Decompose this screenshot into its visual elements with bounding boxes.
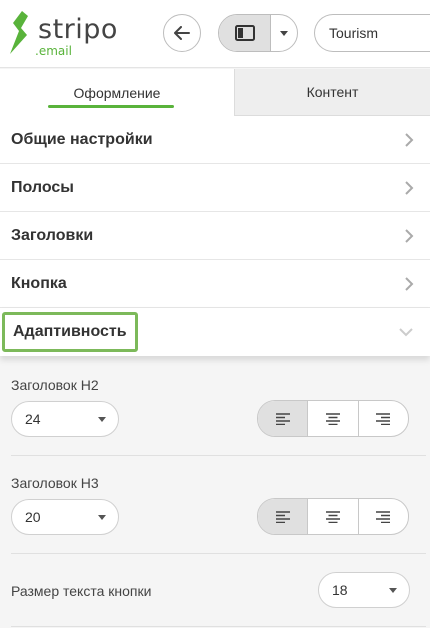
h2-align-right-button[interactable] — [359, 401, 408, 436]
button-text-size-select[interactable]: 18 — [318, 572, 410, 608]
logo-wordmark: stripo — [38, 14, 118, 45]
chevron-right-icon — [405, 228, 414, 243]
chevron-right-icon — [405, 276, 414, 291]
settings-tabs: Оформление Контент — [0, 69, 430, 116]
caret-down-icon — [98, 417, 106, 422]
align-right-icon — [376, 510, 391, 523]
h2-size-select[interactable]: 24 — [11, 401, 119, 437]
h3-align-right-button[interactable] — [359, 499, 408, 534]
button-text-size-value: 18 — [332, 582, 348, 598]
logo-s-icon — [10, 11, 28, 54]
h3-label: Заголовок H3 — [11, 475, 99, 491]
accordion-responsive[interactable]: Адаптивность — [0, 308, 430, 356]
accordion-general-settings[interactable]: Общие настройки — [0, 116, 430, 164]
template-name-field[interactable]: Tourism — [314, 14, 430, 52]
caret-down-icon — [389, 588, 397, 593]
h2-align-center-button[interactable] — [308, 401, 359, 436]
settings-accordion: Общие настройки Полосы Заголовки Кнопка … — [0, 116, 430, 356]
chevron-down-icon — [399, 328, 413, 337]
h3-align-center-button[interactable] — [308, 499, 359, 534]
accordion-item-label-highlighted: Адаптивность — [2, 312, 138, 352]
align-left-icon — [275, 510, 290, 523]
align-left-icon — [275, 412, 290, 425]
active-tab-indicator — [48, 105, 174, 108]
h3-settings: Заголовок H3 20 — [0, 456, 430, 553]
h2-settings: Заголовок H2 24 — [0, 360, 430, 455]
h2-size-value: 24 — [25, 411, 41, 427]
section-divider — [11, 626, 426, 627]
tab-content[interactable]: Контент — [234, 69, 430, 116]
accordion-stripes[interactable]: Полосы — [0, 164, 430, 212]
layout-dropdown-toggle[interactable] — [271, 15, 297, 51]
tab-design[interactable]: Оформление — [0, 69, 234, 116]
stripo-logo[interactable]: stripo .email — [8, 8, 128, 58]
align-right-icon — [376, 412, 391, 425]
layout-view-button[interactable] — [219, 15, 271, 51]
arrow-left-icon — [174, 26, 190, 40]
layout-panel-icon — [234, 25, 255, 41]
accordion-item-label: Заголовки — [11, 226, 94, 244]
button-text-size-label: Размер текста кнопки — [11, 583, 152, 599]
top-bar: stripo .email Tourism — [0, 0, 430, 68]
h2-alignment-group — [257, 400, 409, 437]
accordion-headings[interactable]: Заголовки — [0, 212, 430, 260]
h3-alignment-group — [257, 498, 409, 535]
h3-align-left-button[interactable] — [258, 499, 309, 534]
accordion-item-label: Кнопка — [11, 274, 67, 292]
h3-size-select[interactable]: 20 — [11, 499, 119, 535]
logo-subtext: .email — [35, 44, 72, 58]
tab-design-label: Оформление — [73, 84, 161, 101]
caret-down-icon — [280, 30, 288, 36]
button-text-size-settings: Размер текста кнопки 18 — [0, 554, 430, 628]
align-center-icon — [325, 412, 340, 425]
accordion-item-label: Полосы — [11, 178, 74, 196]
back-button[interactable] — [163, 14, 201, 52]
h2-label: Заголовок H2 — [11, 377, 99, 393]
align-center-icon — [325, 510, 340, 523]
chevron-right-icon — [405, 132, 414, 147]
caret-down-icon — [98, 515, 106, 520]
layout-switcher — [218, 14, 298, 52]
accordion-item-label: Общие настройки — [11, 130, 153, 148]
h2-align-left-button[interactable] — [258, 401, 309, 436]
chevron-right-icon — [405, 180, 414, 195]
h3-size-value: 20 — [25, 509, 41, 525]
accordion-button[interactable]: Кнопка — [0, 260, 430, 308]
tab-content-label: Контент — [306, 84, 359, 100]
